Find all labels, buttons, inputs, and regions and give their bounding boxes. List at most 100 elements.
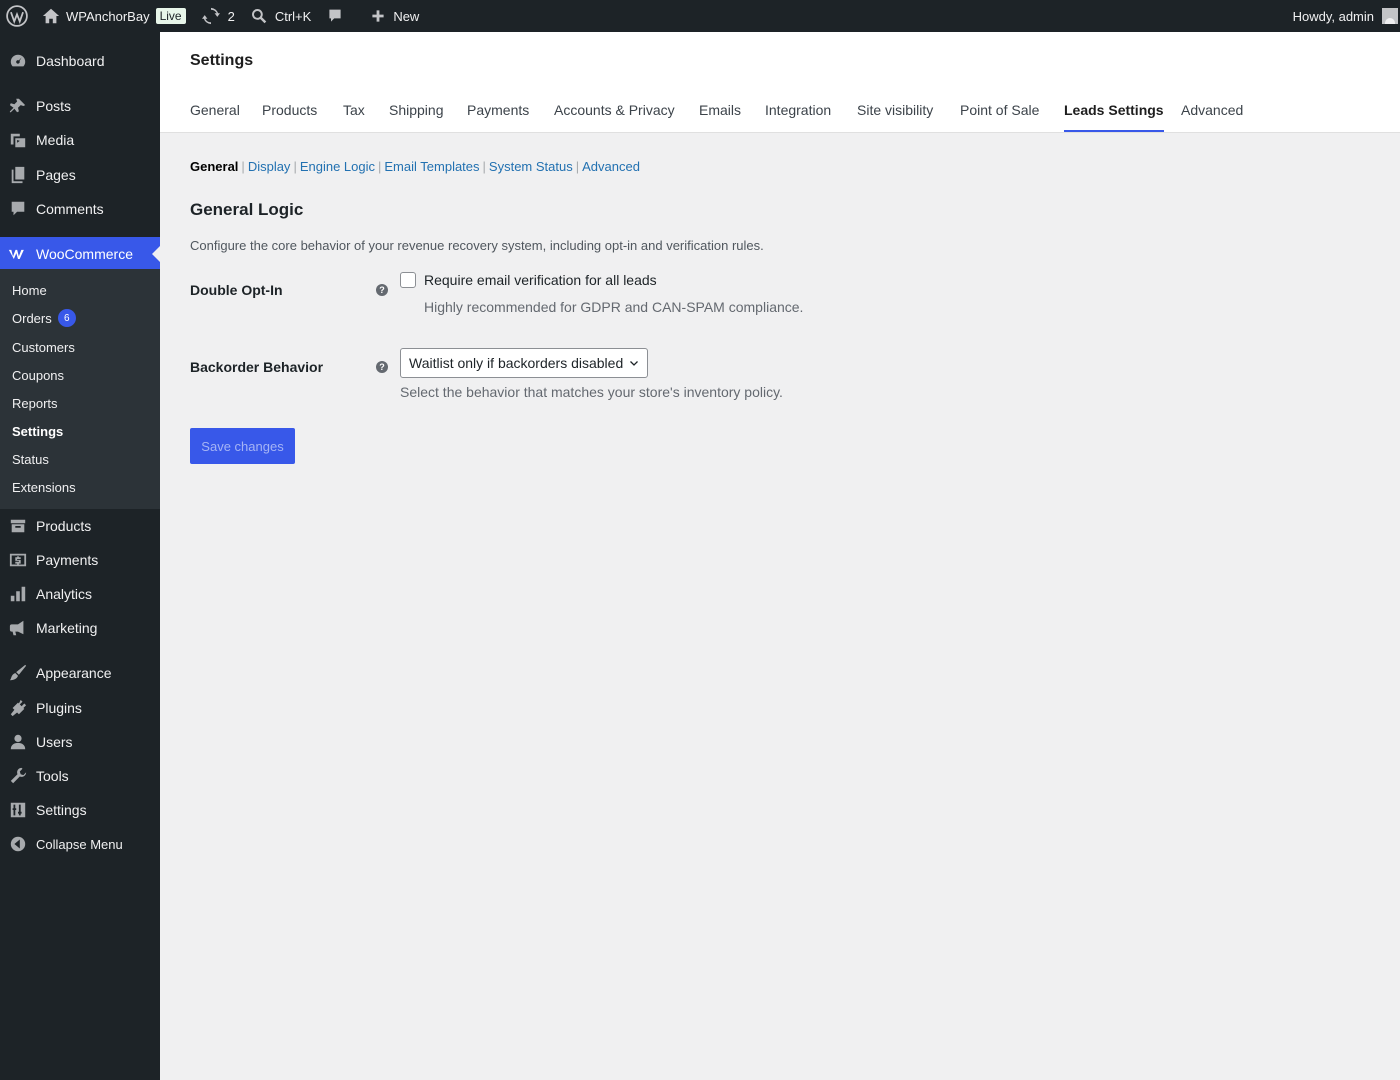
tab-site-visibility[interactable]: Site visibility <box>857 102 933 132</box>
backorder-behavior-select[interactable]: Waitlist only if backorders disabled <box>400 348 648 378</box>
menu-posts-label: Posts <box>36 98 72 114</box>
menu-products-label: Products <box>36 518 92 534</box>
account-link[interactable]: Howdy, admin <box>1285 0 1400 32</box>
subnav-advanced[interactable]: Advanced <box>582 159 640 174</box>
subnav-email-templates[interactable]: Email Templates <box>384 159 479 174</box>
menu-analytics[interactable]: Analytics <box>0 577 160 611</box>
orders-count-badge: 6 <box>57 309 76 327</box>
menu-users-label: Users <box>36 734 73 750</box>
tab-emails[interactable]: Emails <box>699 102 741 132</box>
updates-icon <box>201 7 220 25</box>
plugin-icon <box>10 699 27 717</box>
page-title: Settings <box>190 52 254 69</box>
tab-general[interactable]: General <box>190 102 240 132</box>
menu-settings-label: Settings <box>36 802 87 818</box>
home-icon <box>42 8 60 24</box>
submenu-customers[interactable]: Customers <box>12 337 75 357</box>
search-shortcut[interactable]: Ctrl+K <box>243 0 319 32</box>
help-icon[interactable]: ? <box>376 361 388 373</box>
comments-link[interactable] <box>319 0 351 32</box>
submenu-settings[interactable]: Settings <box>12 421 63 441</box>
tab-products[interactable]: Products <box>262 102 317 132</box>
tab-leads-settings[interactable]: Leads Settings <box>1064 102 1164 132</box>
save-changes-button[interactable]: Save changes <box>190 428 295 464</box>
menu-settings[interactable]: Settings <box>0 793 160 827</box>
subnav-separator: | <box>241 159 245 174</box>
subnav-general[interactable]: General <box>190 159 238 174</box>
tab-advanced[interactable]: Advanced <box>1181 102 1243 132</box>
submenu-orders[interactable]: Orders 6 <box>12 308 76 328</box>
admin-bar: WPAnchorBay Live 2 Ctrl+K New Howdy, adm… <box>0 0 1400 32</box>
new-label: New <box>393 8 420 24</box>
menu-appearance[interactable]: Appearance <box>0 656 160 690</box>
menu-woocommerce[interactable]: WooCommerce <box>0 237 160 271</box>
wordpress-logo-icon[interactable] <box>0 0 36 32</box>
tab-integration[interactable]: Integration <box>765 102 831 132</box>
user-icon <box>10 734 26 750</box>
submenu-coupons[interactable]: Coupons <box>12 365 64 385</box>
settings-header: Settings General Products Tax Shipping P… <box>160 32 1400 133</box>
help-icon[interactable]: ? <box>376 284 388 296</box>
double-optin-checkbox[interactable] <box>400 272 416 288</box>
tab-payments[interactable]: Payments <box>467 102 529 132</box>
site-name-link[interactable]: WPAnchorBay Live <box>36 0 194 32</box>
backorder-behavior-description: Select the behavior that matches your st… <box>400 384 783 400</box>
tab-shipping[interactable]: Shipping <box>389 102 444 132</box>
subnav-separator: | <box>293 159 297 174</box>
menu-tools-label: Tools <box>36 768 69 784</box>
menu-analytics-label: Analytics <box>36 586 93 602</box>
menu-pages-label: Pages <box>36 167 76 183</box>
dollar-icon <box>9 553 27 567</box>
chart-bar-icon <box>10 586 26 602</box>
double-optin-description: Highly recommended for GDPR and CAN-SPAM… <box>424 299 804 315</box>
submenu-status[interactable]: Status <box>12 449 49 469</box>
menu-users[interactable]: Users <box>0 725 160 759</box>
collapse-menu-label: Collapse Menu <box>36 836 123 852</box>
menu-plugins[interactable]: Plugins <box>0 691 160 725</box>
brush-icon <box>9 664 27 681</box>
menu-products[interactable]: Products <box>0 509 160 543</box>
collapse-menu-button[interactable]: Collapse Menu <box>0 827 160 861</box>
backorder-selected-value: Waitlist only if backorders disabled <box>409 355 624 371</box>
submenu-reports[interactable]: Reports <box>12 393 58 413</box>
submenu-orders-label: Orders <box>12 310 52 326</box>
new-content-link[interactable]: New <box>351 0 427 32</box>
menu-pages[interactable]: Pages <box>0 158 160 192</box>
howdy-text: Howdy, admin <box>1292 8 1374 24</box>
menu-payments[interactable]: Payments <box>0 543 160 577</box>
menu-marketing-label: Marketing <box>36 620 98 636</box>
menu-media[interactable]: Media <box>0 123 160 157</box>
updates-link[interactable]: 2 <box>194 0 243 32</box>
pin-icon <box>9 98 26 113</box>
subnav-separator: | <box>378 159 382 174</box>
menu-dashboard[interactable]: Dashboard <box>0 44 160 78</box>
subnav-display[interactable]: Display <box>248 159 291 174</box>
sliders-icon <box>10 802 26 818</box>
chevron-down-icon <box>630 361 638 366</box>
wrench-icon <box>10 767 27 784</box>
section-subnav: General | Display | Engine Logic | Email Templ… <box>190 159 640 174</box>
subnav-system-status[interactable]: System Status <box>489 159 573 174</box>
submenu-home[interactable]: Home <box>12 280 47 300</box>
menu-posts[interactable]: Posts <box>0 89 160 123</box>
archive-icon <box>10 519 26 533</box>
tab-tax[interactable]: Tax <box>343 102 365 132</box>
submenu-extensions[interactable]: Extensions <box>12 477 76 497</box>
subnav-separator: | <box>482 159 486 174</box>
subnav-engine-logic[interactable]: Engine Logic <box>300 159 375 174</box>
site-name: WPAnchorBay <box>66 8 150 24</box>
menu-comments[interactable]: Comments <box>0 192 160 226</box>
tab-accounts-privacy[interactable]: Accounts & Privacy <box>554 102 675 132</box>
menu-marketing[interactable]: Marketing <box>0 611 160 645</box>
double-optin-checkbox-label[interactable]: Require email verification for all leads <box>424 272 657 288</box>
admin-sidebar: Dashboard Posts Media Pages Comments Woo… <box>0 32 160 1080</box>
plus-icon <box>372 10 384 22</box>
tab-point-of-sale[interactable]: Point of Sale <box>960 102 1039 132</box>
comment-icon <box>329 9 341 22</box>
search-icon <box>251 9 267 24</box>
section-description: Configure the core behavior of your reve… <box>190 238 764 253</box>
backorder-behavior-label: Backorder Behavior <box>190 359 324 375</box>
menu-tools[interactable]: Tools <box>0 759 160 793</box>
menu-dashboard-label: Dashboard <box>36 53 105 69</box>
media-icon <box>10 133 26 148</box>
